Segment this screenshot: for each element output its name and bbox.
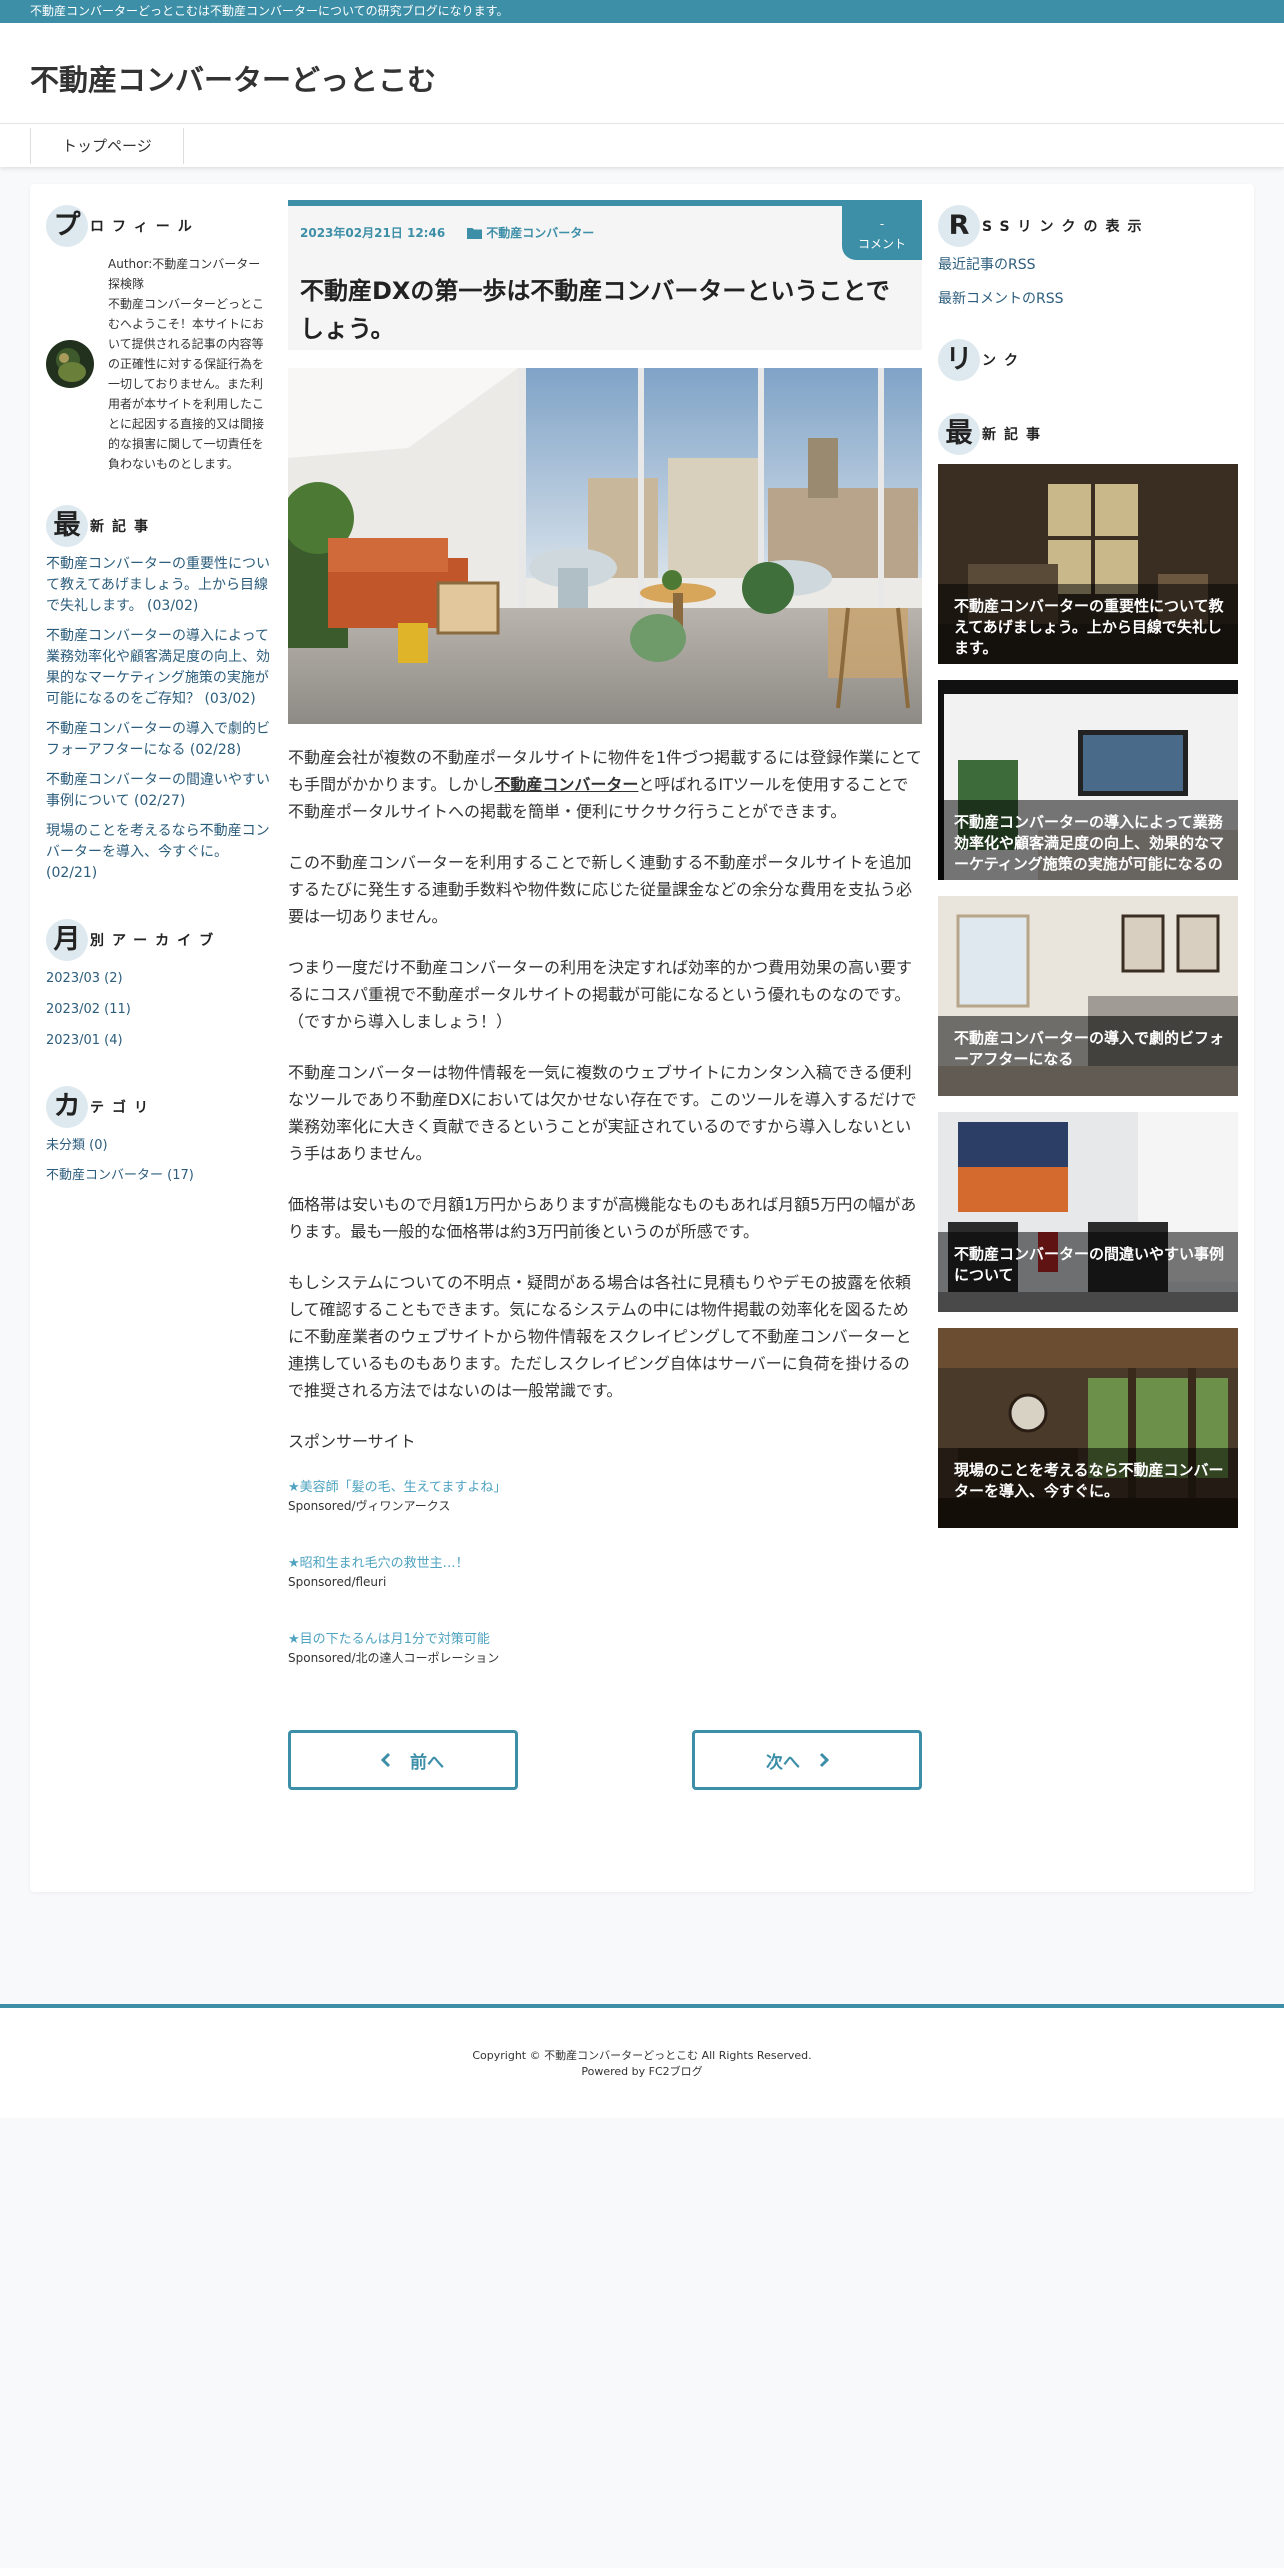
recent-entries-list: 不動産コンバーターの重要性について教えてあげましょう。上から目線で失礼します。 … — [46, 554, 272, 884]
converter-link[interactable]: 不動産コンバーター — [494, 775, 638, 794]
comment-count-badge[interactable]: - コメント — [842, 206, 922, 260]
sponsor-by: Sponsored/fleuri — [288, 1575, 387, 1589]
topbar-description: 不動産コンバーターどっとこむは不動産コンバーターについての研究ブログになります。 — [0, 0, 1284, 23]
chevron-left-icon — [380, 1752, 391, 1768]
global-nav: トップページ — [0, 123, 1284, 167]
recent-entries-heading: 最 新記事 — [46, 504, 272, 548]
heading-initial: 最 — [938, 413, 980, 455]
comment-count: - — [879, 217, 885, 231]
profile-box: Author:不動産コンバーター探検隊 不動産コンバーターどっとこむへようこそ！… — [46, 254, 272, 474]
heading-text: ンク — [982, 353, 1026, 369]
card-title: 不動産コンバーターの間違いやすい事例について — [938, 1232, 1238, 1312]
footer-copyright: Copyright © 不動産コンバーターどっとこむ All Rights Re… — [472, 2049, 812, 2062]
category-link[interactable]: 未分類 (0) — [46, 1135, 272, 1156]
sponsor-item: ★美容師「髪の毛、生えてますよね」 Sponsored/ヴィワンアークス — [288, 1479, 922, 1515]
recent-entry-card[interactable]: 不動産コンバーターの間違いやすい事例について — [938, 1112, 1238, 1312]
card-title: 不動産コンバーターの導入で劇的ビフォーアフターになる — [938, 1016, 1238, 1096]
avatar — [46, 340, 94, 388]
recent-cards-heading: 最 新記事 — [938, 412, 1238, 456]
entry-paragraph: つまり一度だけ不動産コンバーターの利用を決定すれば効率的かつ費用効果の高い要する… — [288, 958, 913, 1031]
sponsor-item: ★目の下たるんは月1分で対策可能 Sponsored/北の達人コーポレーション — [288, 1631, 922, 1667]
sponsor-link[interactable]: ★昭和生まれ毛穴の救世主…！ — [288, 1555, 922, 1573]
rss-list: 最近記事のRSS 最新コメントのRSS — [938, 254, 1238, 308]
archive-link[interactable]: 2023/02 (11) — [46, 999, 272, 1020]
recent-entry-link[interactable]: 不動産コンバーターの間違いやすい事例について (02/27) — [46, 770, 272, 812]
recent-entry-card[interactable]: 不動産コンバーターの重要性について教えてあげましょう。上から目線で失礼します。 — [938, 464, 1238, 664]
heading-text: 別アーカイブ — [90, 933, 222, 949]
recent-entry-link[interactable]: 不動産コンバーターの導入によって業務効率化や顧客満足度の向上、効果的なマーケティ… — [46, 626, 272, 710]
archive-link[interactable]: 2023/03 (2) — [46, 968, 272, 989]
heading-text: 新記事 — [90, 519, 156, 535]
entry-paragraph: もしシステムについての不明点・疑問がある場合は各社に見積もりやデモの披露を依頼し… — [288, 1273, 912, 1400]
heading-text: 新記事 — [982, 427, 1048, 443]
prev-button[interactable]: 前へ — [288, 1730, 518, 1790]
profile-heading: プ ロフィール — [46, 204, 272, 248]
content-container: プ ロフィール Author:不動産コンバーター探検隊 不動産コンバーターどっと… — [30, 184, 1254, 1892]
entry-paragraph: 不動産会社が複数の不動産ポータルサイトに物件を1件づつ掲載するには登録作業にとて… — [288, 748, 922, 821]
main-content: 2023年02月21日 12:46 不動産コンバーター - コメント 不動産DX… — [288, 200, 922, 1790]
recent-entry-card[interactable]: 現場のことを考えるなら不動産コンバーターを導入、今すぐに。 — [938, 1328, 1238, 1528]
entry-paragraph: 価格帯は安いもので月額1万円からありますが高機能なものもあれば月額5万円の幅があ… — [288, 1195, 917, 1241]
footer-powered[interactable]: Powered by FC2ブログ — [0, 2064, 1284, 2080]
archive-heading: 月 別アーカイブ — [46, 918, 272, 962]
category-link[interactable]: 不動産コンバーター (17) — [46, 1165, 272, 1186]
next-label: 次へ — [766, 1752, 800, 1773]
sponsor-by: Sponsored/ヴィワンアークス — [288, 1499, 451, 1513]
heading-initial: 月 — [46, 919, 88, 961]
heading-initial: カ — [46, 1086, 88, 1128]
category-heading: カ テゴリ — [46, 1085, 272, 1129]
right-sidebar: R SSリンクの表示 最近記事のRSS 最新コメントのRSS リ ンク 最 新記… — [938, 204, 1238, 1544]
card-title: 不動産コンバーターの重要性について教えてあげましょう。上から目線で失礼します。 — [938, 584, 1238, 664]
heading-initial: リ — [938, 339, 980, 381]
entry-category-link[interactable]: 不動産コンバーター — [467, 224, 594, 241]
sponsor-item: ★昭和生まれ毛穴の救世主…！ Sponsored/fleuri — [288, 1555, 922, 1591]
heading-initial: R — [938, 205, 980, 247]
site-header: 不動産コンバーターどっとこむ — [0, 23, 1284, 123]
heading-text: SSリンクの表示 — [982, 219, 1150, 235]
sponsor-link[interactable]: ★目の下たるんは月1分で対策可能 — [288, 1631, 922, 1649]
next-button[interactable]: 次へ — [692, 1730, 922, 1790]
nav-item-top-page[interactable]: トップページ — [30, 128, 184, 164]
category-list: 未分類 (0) 不動産コンバーター (17) — [46, 1135, 272, 1186]
rss-link[interactable]: 最近記事のRSS — [938, 254, 1238, 274]
entry-title: 不動産DXの第一歩は不動産コンバーターということでしょう。 — [300, 277, 890, 343]
prev-label: 前へ — [410, 1752, 444, 1773]
profile-author: Author:不動産コンバーター探検隊 — [108, 257, 261, 291]
profile-description: 不動産コンバーターどっとこむへようこそ！本サイトにおいて提供される記事の内容等の… — [108, 297, 265, 471]
pager: 前へ 次へ — [288, 1730, 922, 1790]
sponsor-heading: スポンサーサイト — [288, 1432, 416, 1451]
sponsor-link[interactable]: ★美容師「髪の毛、生えてますよね」 — [288, 1479, 922, 1497]
heading-initial: 最 — [46, 505, 88, 547]
heading-initial: プ — [46, 205, 88, 247]
folder-icon — [467, 227, 483, 239]
left-sidebar: プ ロフィール Author:不動産コンバーター探検隊 不動産コンバーターどっと… — [46, 204, 272, 1220]
rss-heading: R SSリンクの表示 — [938, 204, 1238, 248]
entry-header: 2023年02月21日 12:46 不動産コンバーター - コメント 不動産DX… — [288, 200, 922, 350]
recent-entry-card[interactable]: 不動産コンバーターの導入によって業務効率化や顧客満足度の向上、効果的なマーケティ… — [938, 680, 1238, 880]
site-title[interactable]: 不動産コンバーターどっとこむ — [30, 57, 1254, 99]
entry-category: 不動産コンバーター — [486, 226, 595, 240]
recent-entry-card[interactable]: 不動産コンバーターの導入で劇的ビフォーアフターになる — [938, 896, 1238, 1096]
rss-link[interactable]: 最新コメントのRSS — [938, 288, 1238, 308]
card-title: 現場のことを考えるなら不動産コンバーターを導入、今すぐに。 — [938, 1448, 1238, 1528]
recent-entry-link[interactable]: 不動産コンバーターの導入で劇的ビフォーアフターになる (02/28) — [46, 719, 272, 761]
sponsor-by: Sponsored/北の達人コーポレーション — [288, 1651, 500, 1665]
entry-body: 不動産会社が複数の不動産ポータルサイトに物件を1件づつ掲載するには登録作業にとて… — [288, 744, 922, 1667]
heading-text: ロフィール — [90, 219, 200, 235]
card-title: 不動産コンバーターの導入によって業務効率化や顧客満足度の向上、効果的なマーケティ… — [938, 800, 1238, 880]
comment-label: コメント — [857, 237, 906, 251]
recent-entry-link[interactable]: 現場のことを考えるなら不動産コンバーターを導入、今すぐに。 (02/21) — [46, 821, 272, 884]
archive-link[interactable]: 2023/01 (4) — [46, 1030, 272, 1051]
chevron-right-icon — [819, 1752, 830, 1768]
entry-paragraph: 不動産コンバーターは物件情報を一気に複数のウェブサイトにカンタン入稿できる便利な… — [288, 1063, 917, 1163]
site-footer: Copyright © 不動産コンバーターどっとこむ All Rights Re… — [0, 2004, 1284, 2118]
links-heading: リ ンク — [938, 338, 1238, 382]
recent-entry-link[interactable]: 不動産コンバーターの重要性について教えてあげましょう。上から目線で失礼します。 … — [46, 554, 272, 617]
entry-hero-image — [288, 368, 922, 724]
entry-paragraph: この不動産コンバーターを利用することで新しく連動する不動産ポータルサイトを追加す… — [288, 853, 913, 926]
entry-date: 2023年02月21日 12:46 — [300, 226, 446, 240]
archive-list: 2023/03 (2) 2023/02 (11) 2023/01 (4) — [46, 968, 272, 1051]
heading-text: テゴリ — [90, 1100, 156, 1116]
